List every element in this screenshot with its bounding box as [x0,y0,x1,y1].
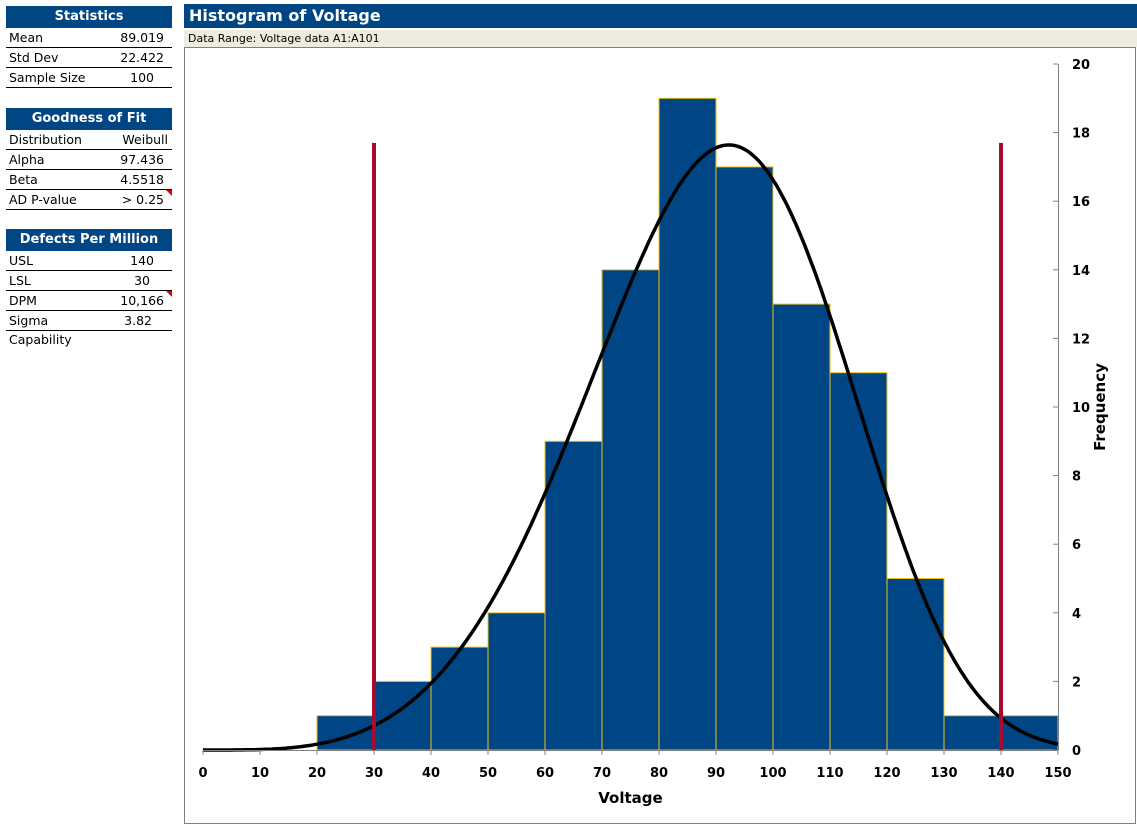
goodness-of-fit-header: Goodness of Fit [6,108,172,130]
y-tick-label: 12 [1072,332,1090,347]
gof-row-alpha: Alpha 97.436 [6,150,172,170]
x-tick-label: 10 [251,766,269,781]
y-axis-label: Frequency [1091,363,1109,451]
dpm-label: Sigma Capability [9,313,72,347]
gof-label: Alpha [9,152,45,167]
gof-row-distribution: Distribution Weibull [6,130,172,150]
stat-row-mean: Mean 89.019 [6,28,172,48]
statistics-header: Statistics [6,6,172,28]
x-axis-label: Voltage [598,789,662,807]
y-tick-label: 2 [1072,675,1081,690]
histogram-bar [658,97,717,751]
histogram-bar [487,612,546,751]
x-tick-label: 120 [873,766,900,781]
dpm-row-usl: USL 140 [6,251,172,271]
y-tick-label: 18 [1072,127,1090,142]
dpm-value: 30 [134,273,150,288]
stat-row-sample-size: Sample Size 100 [6,68,172,88]
stat-value: 22.422 [120,50,164,65]
gof-row-ad-p-value[interactable]: AD P-value > 0.25 [6,190,172,210]
x-tick-label: 150 [1044,766,1071,781]
y-tick-label: 0 [1072,744,1081,759]
histogram-bar [544,440,603,751]
gof-value: Weibull [122,132,168,147]
dpm-row-dpm[interactable]: DPM 10,166 [6,291,172,311]
gof-value: > 0.25 [121,192,164,207]
x-tick-label: 40 [422,766,440,781]
histogram-bar [316,715,375,751]
stat-row-std-dev: Std Dev 22.422 [6,48,172,68]
data-range-label: Data Range: Voltage data A1:A101 [184,30,1137,47]
y-tick-label: 4 [1072,607,1081,622]
dpm-row-sigma-capability: Sigma Capability 3.82 [6,311,172,347]
bars-group [316,97,1059,751]
histogram-bar [601,269,660,751]
y-tick-label: 8 [1072,470,1081,485]
x-tick-label: 60 [536,766,554,781]
x-tick-label: 130 [930,766,957,781]
x-tick-label: 50 [479,766,497,781]
stat-value: 89.019 [120,30,164,45]
x-tick-label: 100 [759,766,786,781]
dpm-value: 10,166 [120,293,164,308]
gof-label: Beta [9,172,38,187]
x-tick-label: 70 [593,766,611,781]
histogram-bar [1000,715,1059,751]
x-tick-label: 90 [707,766,725,781]
chart-title: Histogram of Voltage [184,4,1137,28]
gof-label: Distribution [9,132,82,147]
y-tick-label: 16 [1072,195,1090,210]
dpm-label: LSL [9,273,31,288]
histogram-chart: 0 10 20 30 40 50 60 70 80 90 100 110 120 130 140 150024… [198,58,1109,807]
dpm-value: 3.82 [124,313,152,328]
histogram-bar [430,646,489,751]
defects-per-million-panel: Defects Per Million USL 140 LSL 30 DPM 1… [6,229,172,347]
dpm-label: USL [9,253,34,268]
gof-row-beta: Beta 4.5518 [6,170,172,190]
dpm-label: DPM [9,293,37,308]
gof-value: 97.436 [120,152,164,167]
x-tick-label: 0 [198,766,207,781]
y-tick-label: 10 [1072,401,1090,416]
histogram-bar [829,372,888,751]
stat-label: Sample Size [9,70,86,85]
x-tick-label: 110 [816,766,843,781]
x-tick-label: 20 [308,766,326,781]
x-tick-label: 30 [365,766,383,781]
dpm-value: 140 [130,253,154,268]
x-tick-label: 80 [650,766,668,781]
statistics-panel: Statistics Mean 89.019 Std Dev 22.422 Sa… [6,6,172,88]
histogram-bar [943,715,1002,751]
defects-per-million-header: Defects Per Million [6,229,172,251]
y-tick-label: 14 [1072,264,1090,279]
goodness-of-fit-panel: Goodness of Fit Distribution Weibull Alp… [6,108,172,210]
gof-label: AD P-value [9,192,77,207]
y-tick-label: 20 [1072,58,1090,73]
stat-value: 100 [130,70,154,85]
x-tick-label: 140 [987,766,1014,781]
stat-label: Mean [9,30,44,45]
chart-area: 0 10 20 30 40 50 60 70 80 90 100 110 120 130 140 150 0 2 4… [184,47,1136,824]
stat-label: Std Dev [9,50,59,65]
gof-value: 4.5518 [120,172,164,187]
comment-indicator-icon[interactable] [166,291,172,297]
dpm-row-lsl: LSL 30 [6,271,172,291]
histogram-bar [886,578,945,751]
histogram-bar [772,303,831,751]
y-tick-label: 6 [1072,538,1081,553]
histogram-bar [715,166,774,751]
comment-indicator-icon[interactable] [166,190,172,196]
